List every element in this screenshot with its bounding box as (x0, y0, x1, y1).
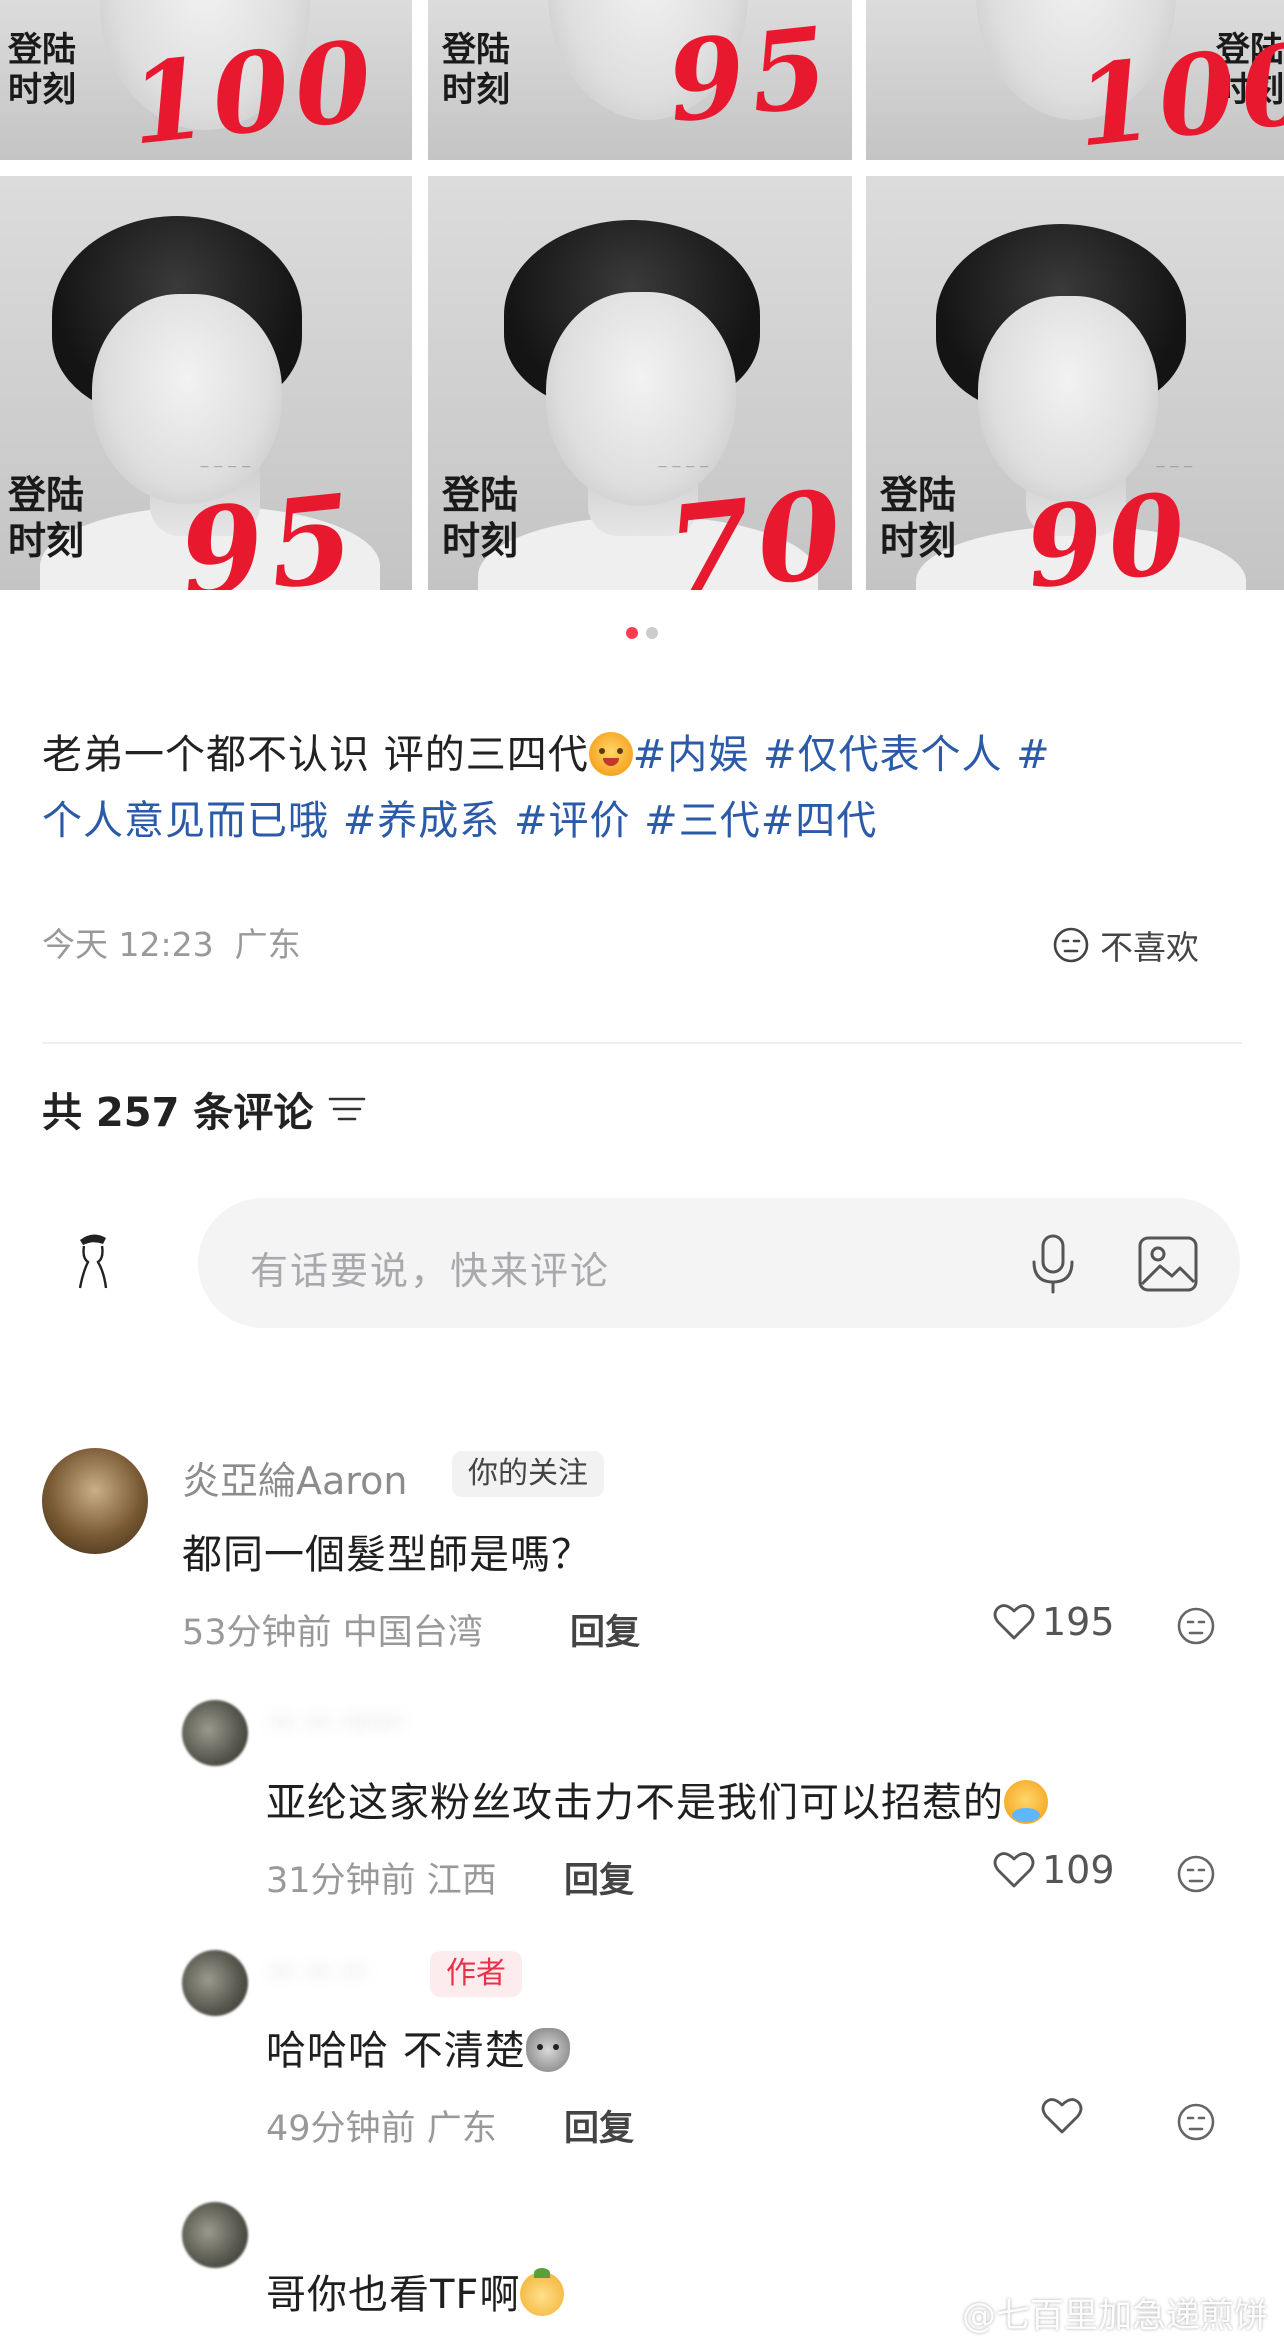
like-count: 109 (1042, 1848, 1115, 1892)
heart-icon (1041, 2098, 1083, 2134)
comment-meta: 31分钟前 江西 (266, 1861, 497, 1901)
heart-icon (993, 1604, 1035, 1640)
brand-logo: 登陆 时刻 (442, 472, 519, 563)
commenter-avatar[interactable] (182, 1700, 248, 1766)
crying-emoji-icon (1004, 1780, 1048, 1824)
hashtag[interactable]: #四代 (761, 798, 878, 844)
hashtag[interactable]: #内娱 (633, 732, 750, 778)
like-count: 195 (1042, 1600, 1115, 1644)
dislike-button[interactable]: 不喜欢 (1040, 916, 1211, 974)
caption-text: 老弟一个都不认识 评的三四代 (42, 732, 589, 778)
pagination-dot[interactable] (646, 627, 658, 639)
hashtag[interactable]: 个人意见而已哦 (42, 798, 329, 844)
comment-meta: 53分钟前 中国台湾 (182, 1613, 483, 1653)
reply-button[interactable]: 回复 (570, 1604, 640, 1655)
photo-tile[interactable]: 登陆 时刻 100 (0, 0, 412, 160)
hashtag[interactable]: #三代 (630, 798, 760, 844)
comment-input[interactable]: 有话要说，快来评论 (198, 1198, 1240, 1328)
user-avatar-icon[interactable] (66, 1228, 120, 1292)
brand-logo: 登陆 时刻 (880, 472, 957, 563)
comment-text: 哥你也看TF啊 (266, 2262, 565, 2320)
carousel-pagination (0, 624, 1284, 643)
divider (42, 1042, 1242, 1044)
score-annotation: 100 (123, 15, 384, 160)
sort-icon[interactable] (327, 1091, 367, 1127)
comment-input-placeholder: 有话要说，快来评论 (250, 1249, 611, 1293)
comment-text: 亚纶这家粉丝攻击力不是我们可以招惹的 (266, 1770, 1048, 1828)
photo-tile[interactable]: — — — 登陆 时刻 90 (866, 176, 1284, 590)
post-meta: 今天 12:23 广东 (42, 918, 301, 966)
comments-count-label: 共 257 条评论 (42, 1090, 314, 1136)
laughing-emoji-icon (588, 732, 633, 776)
image-upload-icon[interactable] (1136, 1232, 1200, 1296)
comment-text: 哈哈哈 不清楚 (266, 2018, 570, 2076)
commenter-name[interactable]: ·· ·· ····· (270, 1700, 403, 1744)
weibo-logo-icon (922, 2299, 960, 2328)
reply-button[interactable]: 回复 (564, 2100, 634, 2151)
portrait (978, 296, 1158, 502)
portrait (92, 294, 282, 504)
microphone-icon[interactable] (1024, 1232, 1082, 1296)
comments-count: 共 257 条评论 (42, 1080, 367, 1138)
photo-tile[interactable]: 登陆 时刻 100 (866, 0, 1284, 160)
reply-button[interactable]: 回复 (564, 1852, 634, 1903)
comment-text: 都同一個髮型師是嗎？ (182, 1532, 592, 1578)
dislike-label: 不喜欢 (1100, 928, 1199, 967)
hashtag[interactable]: # (1002, 732, 1050, 778)
portrait (546, 292, 736, 506)
photo-tile[interactable]: — — — — 登陆 时刻 95 (0, 176, 412, 590)
commenter-name[interactable]: 炎亞綸Aaron (182, 1450, 407, 1505)
like-button[interactable]: 195 (992, 1600, 1115, 1644)
post-caption: 老弟一个都不认识 评的三四代 #内娱 #仅代表个人 # 个人意见而已哦 #养成系 #… (42, 722, 1242, 854)
photo-tile[interactable]: — — — — 登陆 时刻 70 (428, 176, 852, 590)
watermark-text: @七百里加急递煎饼 (962, 2296, 1268, 2336)
photo-grid[interactable]: 登陆 时刻 100 登陆 时刻 95 登陆 时刻 100 — — — — 登陆 时刻 9… (0, 0, 1284, 590)
commenter-name[interactable]: ·· ·· ·· (270, 1950, 367, 1994)
photo-tile[interactable]: 登陆 时刻 95 (428, 0, 852, 160)
heart-icon (993, 1852, 1035, 1888)
dislike-icon[interactable] (1176, 1854, 1216, 1894)
hashtag[interactable]: #评价 (500, 798, 630, 844)
following-badge: 你的关注 (452, 1451, 604, 1497)
post-time: 今天 12:23 (42, 925, 214, 964)
commenter-avatar[interactable] (182, 2202, 248, 2268)
dislike-icon[interactable] (1176, 1606, 1216, 1646)
cat-emoji-icon (525, 2028, 570, 2072)
brand-logo: 登陆 时刻 (8, 472, 85, 563)
pagination-dot-active[interactable] (626, 627, 638, 639)
score-annotation: 70 (661, 463, 852, 590)
bun-emoji-icon (520, 2268, 565, 2316)
score-annotation: 95 (661, 1, 840, 148)
dislike-icon[interactable] (1176, 2102, 1216, 2142)
like-button[interactable] (1040, 2096, 1090, 2136)
watermark: @七百里加急递煎饼 (922, 2288, 1268, 2337)
author-badge: 作者 (430, 1951, 522, 1997)
score-annotation: 90 (1019, 467, 1198, 590)
neutral-face-icon (1053, 927, 1089, 963)
commenter-avatar[interactable] (182, 1950, 248, 2016)
post-location: 广东 (234, 925, 301, 964)
hashtag[interactable]: #仅代表个人 (749, 732, 1002, 778)
brand-logo: 登陆 时刻 (8, 30, 76, 110)
commenter-avatar[interactable] (42, 1448, 148, 1554)
comment-meta: 49分钟前 广东 (266, 2109, 497, 2149)
brand-logo: 登陆 时刻 (442, 30, 510, 110)
like-button[interactable]: 109 (992, 1848, 1115, 1892)
hashtag[interactable]: #养成系 (329, 798, 500, 844)
score-annotation: 95 (173, 467, 366, 590)
